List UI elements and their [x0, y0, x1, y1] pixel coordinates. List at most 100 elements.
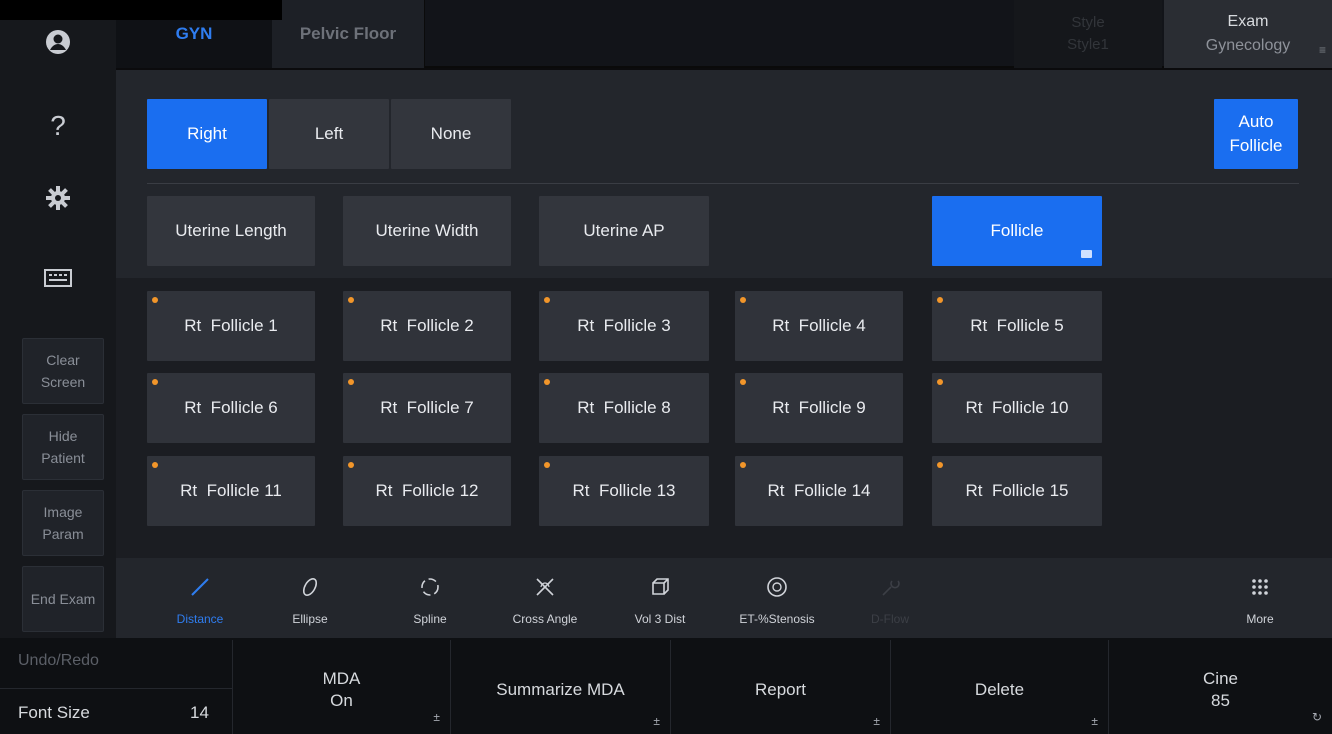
dropdown-arrow-icon: ±: [433, 710, 440, 724]
folder-icon: [1081, 250, 1092, 258]
image-param-button[interactable]: Image Param: [22, 490, 104, 556]
follicle-button[interactable]: Rt Follicle 6: [147, 373, 315, 443]
summarize-label: Summarize MDA: [496, 680, 625, 699]
follicle-button[interactable]: Rt Follicle 2: [343, 291, 511, 361]
tool-cross-angle[interactable]: Cross Angle: [490, 570, 600, 630]
uterine-ap-button[interactable]: Uterine AP: [539, 196, 709, 266]
menu-icon: ≡: [1318, 43, 1326, 57]
follicle-button[interactable]: Rt Follicle 8: [539, 373, 709, 443]
report-label: Report: [754, 680, 807, 699]
follicle-button[interactable]: Rt Follicle 11: [147, 456, 315, 526]
tool-distance[interactable]: Distance: [145, 570, 255, 630]
divider: [147, 183, 1299, 184]
follicle-label: Follicle: [990, 221, 1044, 240]
follicle-label: Rt Follicle 1: [184, 316, 278, 335]
dropdown-arrow-icon: ±: [653, 714, 660, 728]
tool-et-stenosis[interactable]: ET-%Stenosis: [722, 570, 832, 630]
help-glyph: ?: [50, 110, 66, 141]
hide-patient-button[interactable]: Hide Patient: [22, 414, 104, 480]
follicle-label: Rt Follicle 3: [577, 316, 671, 335]
follicle-label: Rt Follicle 12: [375, 481, 479, 500]
follicle-button[interactable]: Rt Follicle 3: [539, 291, 709, 361]
follicle-label: Rt Follicle 11: [180, 481, 282, 500]
uterine-width-button[interactable]: Uterine Width: [343, 196, 511, 266]
exam-button[interactable]: Exam Gynecology ≡: [1164, 0, 1332, 68]
tool-label: Distance: [176, 612, 224, 626]
ellipse-icon: [255, 570, 365, 604]
follicle-label: Rt Follicle 7: [380, 398, 474, 417]
follicle-button[interactable]: Rt Follicle 14: [735, 456, 903, 526]
exam-label: Exam: [1227, 13, 1269, 30]
tool-spline[interactable]: Spline: [375, 570, 485, 630]
cine-label: Cine: [1203, 669, 1238, 688]
marker-dot-icon: [152, 462, 158, 468]
auto-follicle-button[interactable]: Auto Follicle: [1214, 99, 1298, 169]
tool-vol-3-dist[interactable]: Vol 3 Dist: [605, 570, 715, 630]
user-icon[interactable]: [28, 22, 88, 62]
follicle-button[interactable]: Rt Follicle 5: [932, 291, 1102, 361]
uterine-length-button[interactable]: Uterine Length: [147, 196, 315, 266]
follicle-button[interactable]: Rt Follicle 13: [539, 456, 709, 526]
cine-button[interactable]: Cine 85 ↻: [1108, 640, 1332, 734]
tool-label: Vol 3 Dist: [634, 612, 686, 626]
volume-icon: [605, 570, 715, 604]
tool-label: ET-%Stenosis: [739, 612, 815, 626]
cross-angle-icon: [490, 570, 600, 604]
follicle-button[interactable]: Rt Follicle 4: [735, 291, 903, 361]
tool-more[interactable]: More: [1205, 570, 1315, 630]
follicle-button[interactable]: Rt Follicle 10: [932, 373, 1102, 443]
distance-icon: [145, 570, 255, 604]
marker-dot-icon: [937, 297, 943, 303]
marker-dot-icon: [152, 297, 158, 303]
font-size-label: Font Size: [18, 703, 90, 722]
marker-dot-icon: [740, 379, 746, 385]
marker-dot-icon: [544, 379, 550, 385]
follicle-label: Rt Follicle 2: [380, 316, 474, 335]
tool-label: Spline: [413, 612, 447, 626]
cine-value: 85: [1211, 691, 1230, 710]
follicle-button[interactable]: Rt Follicle 9: [735, 373, 903, 443]
font-size-value[interactable]: 14: [190, 703, 209, 723]
tool-label: Cross Angle: [512, 612, 578, 626]
follicle-button[interactable]: Rt Follicle 7: [343, 373, 511, 443]
follicle-label: Rt Follicle 9: [772, 398, 866, 417]
mda-button[interactable]: MDA On ±: [232, 640, 450, 734]
dropdown-arrow-icon: ±: [1091, 714, 1098, 728]
more-grid-icon: [1205, 570, 1315, 604]
side-left-button[interactable]: Left: [269, 99, 389, 169]
follicle-label: Rt Follicle 6: [184, 398, 278, 417]
follicle-button[interactable]: Rt Follicle 12: [343, 456, 511, 526]
marker-dot-icon: [544, 297, 550, 303]
follicle-label: Rt Follicle 14: [767, 481, 871, 500]
follicle-button[interactable]: Follicle: [932, 196, 1102, 266]
undo-redo-button[interactable]: Undo/Redo: [18, 652, 99, 670]
tab-pelvic-floor[interactable]: Pelvic Floor: [272, 0, 425, 68]
marker-dot-icon: [348, 297, 354, 303]
mda-value: On: [330, 691, 353, 710]
follicle-button[interactable]: Rt Follicle 1: [147, 291, 315, 361]
follicle-button[interactable]: Rt Follicle 15: [932, 456, 1102, 526]
end-exam-button[interactable]: End Exam: [22, 566, 104, 632]
delete-label: Delete: [974, 680, 1025, 699]
marker-dot-icon: [544, 462, 550, 468]
settings-icon[interactable]: [28, 178, 88, 218]
delete-button[interactable]: Delete ±: [890, 640, 1108, 734]
report-button[interactable]: Report ±: [670, 640, 890, 734]
tool-label: D-Flow: [871, 612, 909, 626]
summarize-mda-button[interactable]: Summarize MDA ±: [450, 640, 670, 734]
follicle-label: Rt Follicle 15: [965, 481, 1069, 500]
clear-screen-button[interactable]: Clear Screen: [22, 338, 104, 404]
top-tab-bar: GYN Pelvic Floor Style Style1 Exam Gynec…: [116, 0, 1332, 68]
marker-dot-icon: [937, 379, 943, 385]
keyboard-icon[interactable]: [28, 258, 88, 298]
tool-label: Ellipse: [292, 612, 328, 626]
tool-ellipse[interactable]: Ellipse: [255, 570, 365, 630]
style-value: Style1: [1067, 36, 1109, 53]
follicle-label: Rt Follicle 5: [970, 316, 1064, 335]
side-none-button[interactable]: None: [391, 99, 511, 169]
help-icon[interactable]: ?: [28, 106, 88, 146]
title-mask: [0, 0, 282, 20]
left-sidebar: ? Clear Screen Hide Patient Image Param …: [0, 0, 116, 638]
rotate-icon: ↻: [1311, 710, 1322, 724]
side-right-button[interactable]: Right: [147, 99, 267, 169]
